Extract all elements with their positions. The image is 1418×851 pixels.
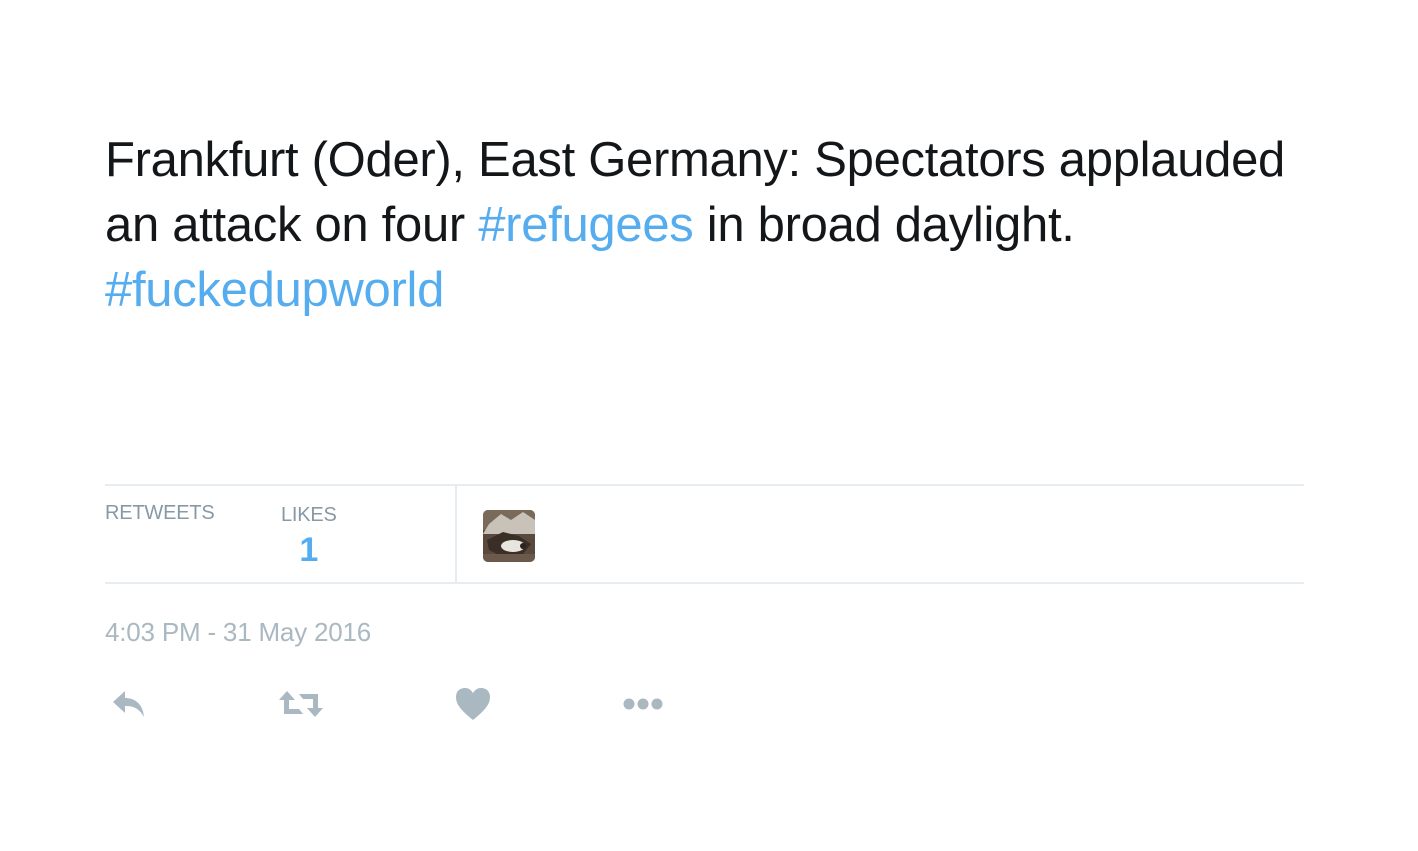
tweet-actions [105,680,705,730]
tweet-stats-bar: RETWEETS LIKES 1 [105,484,1304,584]
avatar-image [483,510,535,562]
tweet-text-part-2: in broad daylight. [693,198,1075,252]
reply-button[interactable] [105,680,153,728]
reply-icon [113,691,144,717]
tweet-timestamp[interactable]: 4:03 PM - 31 May 2016 [105,617,371,648]
liker-avatar[interactable] [483,510,535,562]
likes-label: LIKES [281,504,337,526]
likes-stat[interactable]: LIKES 1 [281,504,337,570]
tweet-card: Frankfurt (Oder), East Germany: Spectato… [0,0,1418,851]
like-button[interactable] [449,680,497,728]
retweets-label: RETWEETS [105,502,215,524]
heart-icon [456,688,490,720]
stats-divider [455,486,457,582]
more-icon [623,698,663,710]
retweet-button[interactable] [277,680,325,728]
hashtag-fuckedupworld-link[interactable]: #fuckedupworld [105,263,444,317]
retweets-stat[interactable]: RETWEETS [105,502,215,525]
retweet-icon [279,691,323,717]
hashtag-refugees-link[interactable]: #refugees [478,198,694,252]
likes-count: 1 [299,531,319,569]
more-options-button[interactable] [619,680,667,728]
tweet-text: Frankfurt (Oder), East Germany: Spectato… [105,128,1325,323]
